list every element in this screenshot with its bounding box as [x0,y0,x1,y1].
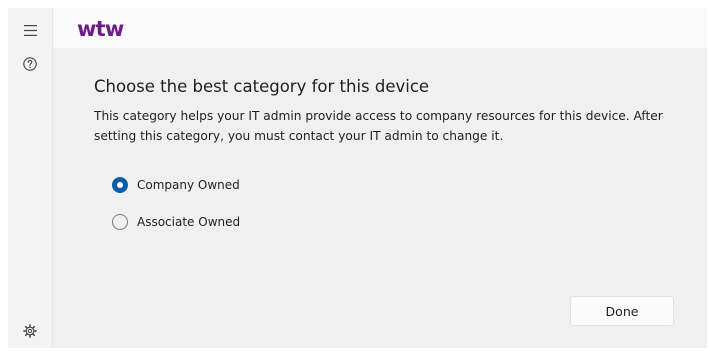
logo-text: wtw [77,19,124,39]
done-button[interactable]: Done [570,296,674,326]
page-title: Choose the best category for this device [94,77,430,96]
radio-associate-owned[interactable]: Associate Owned [112,212,240,232]
help-question-icon[interactable] [20,54,40,74]
main-content: wtw Choose the best category for this de… [53,8,707,348]
left-nav-rail [8,8,53,348]
radio-company-owned[interactable]: Company Owned [112,175,240,195]
app-header: wtw [53,8,707,48]
gear-icon[interactable] [20,321,40,341]
page-description: This category helps your IT admin provid… [94,109,663,143]
hamburger-menu-icon[interactable] [20,20,40,40]
radio-unselected-icon[interactable] [112,214,128,230]
radio-label-associate-owned: Associate Owned [137,215,241,229]
radio-selected-icon[interactable] [112,177,128,193]
wtw-logo: wtw [77,17,137,43]
radio-label-company-owned: Company Owned [137,178,240,192]
